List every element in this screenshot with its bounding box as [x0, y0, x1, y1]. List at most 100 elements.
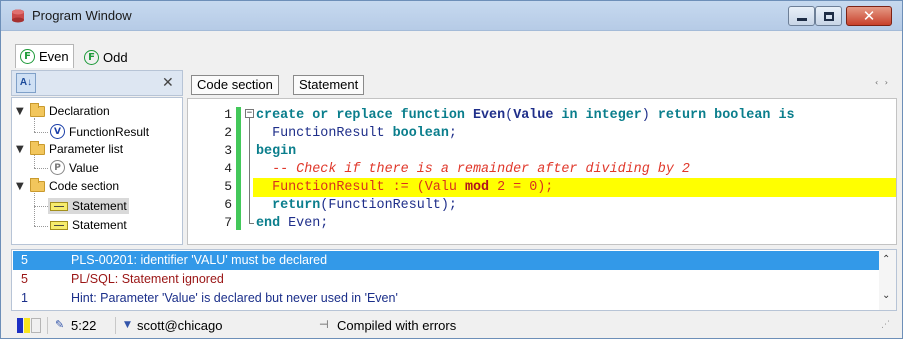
structure-tree: ▼ Declaration V FunctionResult ▼ Paramet…	[11, 97, 183, 245]
messages-scrollbar[interactable]: ⌃ ⌄	[879, 250, 896, 310]
tab-odd[interactable]: F Odd	[80, 46, 132, 68]
close-icon: ✕	[862, 7, 876, 25]
code-line-6: return(FunctionResult);	[272, 198, 457, 213]
modified-lines-bar	[236, 107, 241, 230]
message-line: 5	[21, 272, 28, 286]
line-number: 7	[224, 215, 232, 230]
code-editor[interactable]: 1 2 3 4 5 6 7 − create or replace functi…	[187, 98, 897, 245]
status-color-block	[24, 318, 30, 333]
code-line-4: -- Check if there is a remainder after d…	[256, 162, 690, 177]
fold-guide	[249, 116, 250, 224]
tree-node-label: Parameter list	[49, 142, 124, 156]
line-number: 1	[224, 107, 232, 122]
structure-panel: A↓ ✕ ▼ Declaration V FunctionResult ▼ Pa…	[11, 70, 183, 245]
editor-breadcrumb-bar: Code section Statement ‹ ›	[187, 71, 897, 97]
tree-connector	[34, 206, 48, 207]
line-number: 3	[224, 143, 232, 158]
line-number: 6	[224, 197, 232, 212]
scroll-up-icon[interactable]: ⌃	[882, 254, 890, 265]
title-bar[interactable]: Program Window ✕	[1, 1, 902, 31]
cursor-position: 5:22	[71, 318, 97, 333]
message-text: PL/SQL: Statement ignored	[71, 272, 224, 286]
message-row[interactable]: 5 PLS-00201: identifier 'VALU' must be d…	[13, 251, 879, 270]
line-number: 4	[224, 161, 232, 176]
code-line-5: FunctionResult := (Valu mod 2 = 0);	[256, 180, 554, 195]
folder-icon	[30, 140, 45, 155]
window-title: Program Window	[32, 8, 132, 23]
message-text: Hint: Parameter 'Value' is declared but …	[71, 291, 398, 305]
message-row[interactable]: 5 PL/SQL: Statement ignored	[13, 270, 879, 289]
tree-node-statement-selected[interactable]: Statement	[48, 198, 129, 214]
status-color-block	[17, 318, 23, 333]
tree-connector	[34, 118, 35, 132]
structure-toolbar: A↓ ✕	[11, 70, 183, 96]
breadcrumb-nav-icon[interactable]: ‹ ›	[875, 78, 890, 87]
message-line: 1	[21, 291, 28, 305]
resize-grip-icon[interactable]: ⋰	[881, 320, 890, 330]
tree-node-label: FunctionResult	[69, 124, 150, 139]
function-icon: F	[20, 49, 35, 64]
line-number: 5	[224, 179, 232, 194]
breadcrumb-code-section[interactable]: Code section	[191, 75, 279, 95]
message-line: 5	[21, 253, 28, 267]
status-divider	[115, 317, 116, 334]
collapse-icon[interactable]: −	[245, 109, 254, 118]
tree-node-parameter-list[interactable]: ▼ Parameter list	[16, 140, 124, 156]
status-divider	[47, 317, 48, 334]
tree-node-value[interactable]: P Value	[50, 160, 99, 175]
status-color-block	[31, 318, 41, 333]
compile-status: Compiled with errors	[337, 318, 457, 333]
tree-node-code-section[interactable]: ▼ Code section	[16, 177, 120, 193]
fold-guide-end	[249, 223, 254, 224]
pin-icon: ⊣	[319, 318, 329, 331]
code-line-2: FunctionResult boolean;	[272, 126, 457, 141]
chevron-down-icon[interactable]: ▼	[16, 144, 26, 155]
tree-node-label: Code section	[49, 179, 120, 193]
message-text: PLS-00201: identifier 'VALU' must be dec…	[71, 253, 328, 267]
close-button[interactable]: ✕	[846, 6, 892, 26]
tree-connector	[34, 226, 48, 227]
program-window: Program Window ✕ F Even F Odd A↓ ✕ ▼ Dec…	[0, 0, 903, 339]
tree-node-label: Value	[69, 160, 99, 175]
folder-icon	[30, 177, 45, 192]
compiler-messages: 5 PLS-00201: identifier 'VALU' must be d…	[11, 249, 897, 311]
maximize-button[interactable]	[815, 6, 842, 26]
tree-node-functionresult[interactable]: V FunctionResult	[50, 124, 149, 139]
connection-label[interactable]: scott@chicago	[137, 318, 222, 333]
tab-label: Even	[39, 49, 69, 64]
scroll-down-icon[interactable]: ⌄	[882, 290, 890, 301]
variable-icon: V	[50, 124, 65, 139]
parameter-icon: P	[50, 160, 65, 175]
function-icon: F	[84, 49, 99, 65]
close-panel-icon[interactable]: ✕	[162, 75, 174, 91]
statement-icon	[50, 201, 68, 211]
status-bar: ✎ 5:22 ▼ scott@chicago ⊣ Compiled with e…	[11, 314, 897, 336]
pencil-icon: ✎	[55, 318, 65, 331]
tree-node-label: Statement	[72, 199, 127, 213]
tab-bar: F Even F Odd	[1, 32, 902, 70]
sort-icon[interactable]: A↓	[16, 73, 36, 93]
minimize-icon	[797, 18, 807, 21]
tree-connector	[34, 132, 48, 133]
code-line-1: create or replace function Even(Value in…	[256, 108, 795, 123]
connection-dropdown-icon[interactable]: ▼	[124, 320, 131, 330]
tree-connector	[34, 190, 35, 226]
minimize-button[interactable]	[788, 6, 815, 26]
chevron-down-icon[interactable]: ▼	[16, 106, 26, 117]
maximize-icon	[824, 12, 834, 21]
tree-node-label: Statement	[72, 218, 127, 232]
tab-even[interactable]: F Even	[15, 44, 74, 68]
folder-icon	[30, 102, 45, 117]
tree-node-statement[interactable]: Statement	[50, 218, 127, 232]
tree-node-declaration[interactable]: ▼ Declaration	[16, 102, 110, 118]
message-row[interactable]: 1 Hint: Parameter 'Value' is declared bu…	[13, 289, 879, 308]
breadcrumb-statement[interactable]: Statement	[293, 75, 365, 95]
chevron-down-icon[interactable]: ▼	[16, 181, 26, 192]
statement-icon	[50, 220, 68, 230]
tab-label: Odd	[103, 49, 128, 65]
database-icon	[12, 9, 24, 23]
tree-node-label: Declaration	[49, 104, 110, 118]
tree-connector	[34, 168, 48, 169]
tree-connector	[34, 154, 35, 168]
code-line-3: begin	[256, 144, 297, 159]
